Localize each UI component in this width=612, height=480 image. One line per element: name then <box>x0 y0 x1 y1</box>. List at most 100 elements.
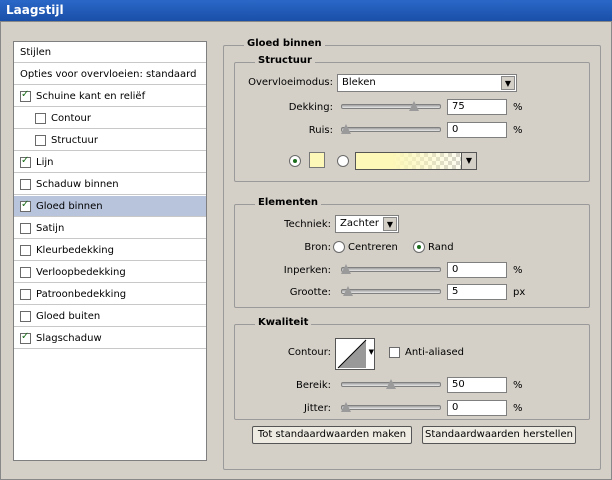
style-item[interactable]: Contour <box>14 108 206 129</box>
jitter-slider[interactable] <box>341 402 441 414</box>
quality-title: Kwaliteit <box>255 317 312 328</box>
jitter-label: Jitter: <box>303 403 331 414</box>
style-item[interactable]: Schaduw binnen <box>14 174 206 195</box>
style-item-label: Verloopbedekking <box>36 266 126 278</box>
style-checkbox[interactable] <box>20 222 31 234</box>
percent-unit: % <box>513 125 523 136</box>
style-item-label: Gloed binnen <box>36 200 103 212</box>
style-checkbox[interactable] <box>20 89 31 102</box>
technique-select[interactable]: Zachter ▼ <box>335 215 399 233</box>
contour-label: Contour: <box>287 347 331 358</box>
inner-glow-title: Gloed binnen <box>244 38 325 49</box>
source-center-radio[interactable] <box>333 241 345 253</box>
style-item[interactable]: Patroonbedekking <box>14 284 206 305</box>
style-item[interactable]: Lijn <box>14 152 206 173</box>
style-checkbox[interactable] <box>35 134 46 146</box>
opacity-field[interactable]: 75 <box>447 99 507 115</box>
choke-field[interactable]: 0 <box>447 262 507 278</box>
style-item[interactable]: Gloed buiten <box>14 306 206 327</box>
style-checkbox[interactable] <box>20 288 31 300</box>
noise-field[interactable]: 0 <box>447 122 507 138</box>
style-item-label: Opties voor overvloeien: standaard <box>20 68 197 80</box>
quality-group: Kwaliteit Contour: ▼ Anti-aliased Bereik… <box>234 317 590 420</box>
style-item-label: Stijlen <box>20 46 52 58</box>
slider-thumb[interactable] <box>341 402 351 412</box>
size-slider[interactable] <box>341 286 441 298</box>
structure-group: Structuur Overvloeimodus: Bleken ▼ Dekki… <box>234 55 590 182</box>
style-checkbox[interactable] <box>20 266 31 278</box>
chevron-down-icon: ▼ <box>461 152 477 170</box>
style-item[interactable]: Slagschaduw <box>14 328 206 349</box>
range-field[interactable]: 50 <box>447 377 507 393</box>
make-default-button[interactable]: Tot standaardwaarden maken <box>252 426 412 444</box>
range-slider[interactable] <box>341 379 441 391</box>
choke-slider[interactable] <box>341 264 441 276</box>
color-swatch[interactable] <box>309 152 325 168</box>
style-item[interactable]: Stijlen <box>14 42 206 63</box>
style-checkbox[interactable] <box>35 112 46 124</box>
noise-slider[interactable] <box>341 124 441 136</box>
source-label: Bron: <box>304 242 331 253</box>
source-center-label[interactable]: Centreren <box>348 242 398 253</box>
style-item[interactable]: Schuine kant en reliëf <box>14 86 206 107</box>
anti-alias-checkbox[interactable] <box>389 347 400 358</box>
contour-linear-icon <box>337 339 367 369</box>
range-label: Bereik: <box>296 380 331 391</box>
chevron-down-icon: ▼ <box>501 76 515 90</box>
style-item[interactable]: Satijn <box>14 218 206 239</box>
style-item-label: Structuur <box>51 134 98 146</box>
style-checkbox[interactable] <box>20 155 31 168</box>
style-item-label: Schaduw binnen <box>36 178 119 190</box>
elements-title: Elementen <box>255 197 322 208</box>
style-item-label: Lijn <box>36 156 54 168</box>
style-checkbox[interactable] <box>20 244 31 256</box>
chevron-down-icon: ▼ <box>368 348 374 356</box>
style-checkbox[interactable] <box>20 310 31 322</box>
percent-unit: % <box>513 380 523 391</box>
percent-unit: % <box>513 102 523 113</box>
anti-alias-label[interactable]: Anti-aliased <box>405 347 464 358</box>
color-radio[interactable] <box>289 155 301 167</box>
styles-list: Stijlen Opties voor overvloeien: standaar… <box>13 41 207 461</box>
slider-thumb[interactable] <box>386 379 396 389</box>
slider-thumb[interactable] <box>343 286 353 296</box>
blend-mode-select[interactable]: Bleken ▼ <box>337 74 517 92</box>
structure-title: Structuur <box>255 55 315 66</box>
contour-picker[interactable]: ▼ <box>335 338 375 370</box>
slider-thumb[interactable] <box>341 264 351 274</box>
elements-group: Elementen Techniek: Zachter ▼ Bron: Cent… <box>234 197 590 308</box>
style-checkbox[interactable] <box>20 178 31 190</box>
style-checkbox[interactable] <box>20 199 31 212</box>
px-unit: px <box>513 287 526 298</box>
opacity-label: Dekking: <box>288 102 333 113</box>
size-field[interactable]: 5 <box>447 284 507 300</box>
style-item[interactable]: Gloed binnen <box>14 196 206 217</box>
slider-thumb[interactable] <box>341 124 351 134</box>
noise-label: Ruis: <box>308 125 333 136</box>
gradient-picker[interactable]: ▼ <box>355 152 477 170</box>
style-item[interactable]: Opties voor overvloeien: standaard <box>14 64 206 85</box>
style-item-label: Contour <box>51 112 91 124</box>
inner-glow-group: Gloed binnen Structuur Overvloeimodus: B… <box>223 38 601 470</box>
gradient-radio[interactable] <box>337 155 349 167</box>
size-label: Grootte: <box>289 287 331 298</box>
style-item[interactable]: Kleurbedekking <box>14 240 206 261</box>
style-item-label: Patroonbedekking <box>36 288 127 300</box>
style-item-label: Kleurbedekking <box>36 244 114 256</box>
opacity-slider[interactable] <box>341 101 441 113</box>
jitter-field[interactable]: 0 <box>447 400 507 416</box>
style-checkbox[interactable] <box>20 331 31 344</box>
reset-default-button[interactable]: Standaardwaarden herstellen <box>422 426 576 444</box>
style-item[interactable]: Structuur <box>14 130 206 151</box>
style-item-label: Satijn <box>36 222 65 234</box>
window-title: Laagstijl <box>0 0 612 21</box>
technique-value: Zachter <box>340 218 379 229</box>
slider-thumb[interactable] <box>409 101 419 111</box>
source-edge-label[interactable]: Rand <box>428 242 454 253</box>
chevron-down-icon: ▼ <box>383 217 397 231</box>
source-edge-radio[interactable] <box>413 241 425 253</box>
style-item-label: Schuine kant en reliëf <box>36 90 146 102</box>
style-item-label: Slagschaduw <box>36 332 102 344</box>
style-item[interactable]: Verloopbedekking <box>14 262 206 283</box>
dialog-window: Stijlen Opties voor overvloeien: standaar… <box>0 21 612 480</box>
